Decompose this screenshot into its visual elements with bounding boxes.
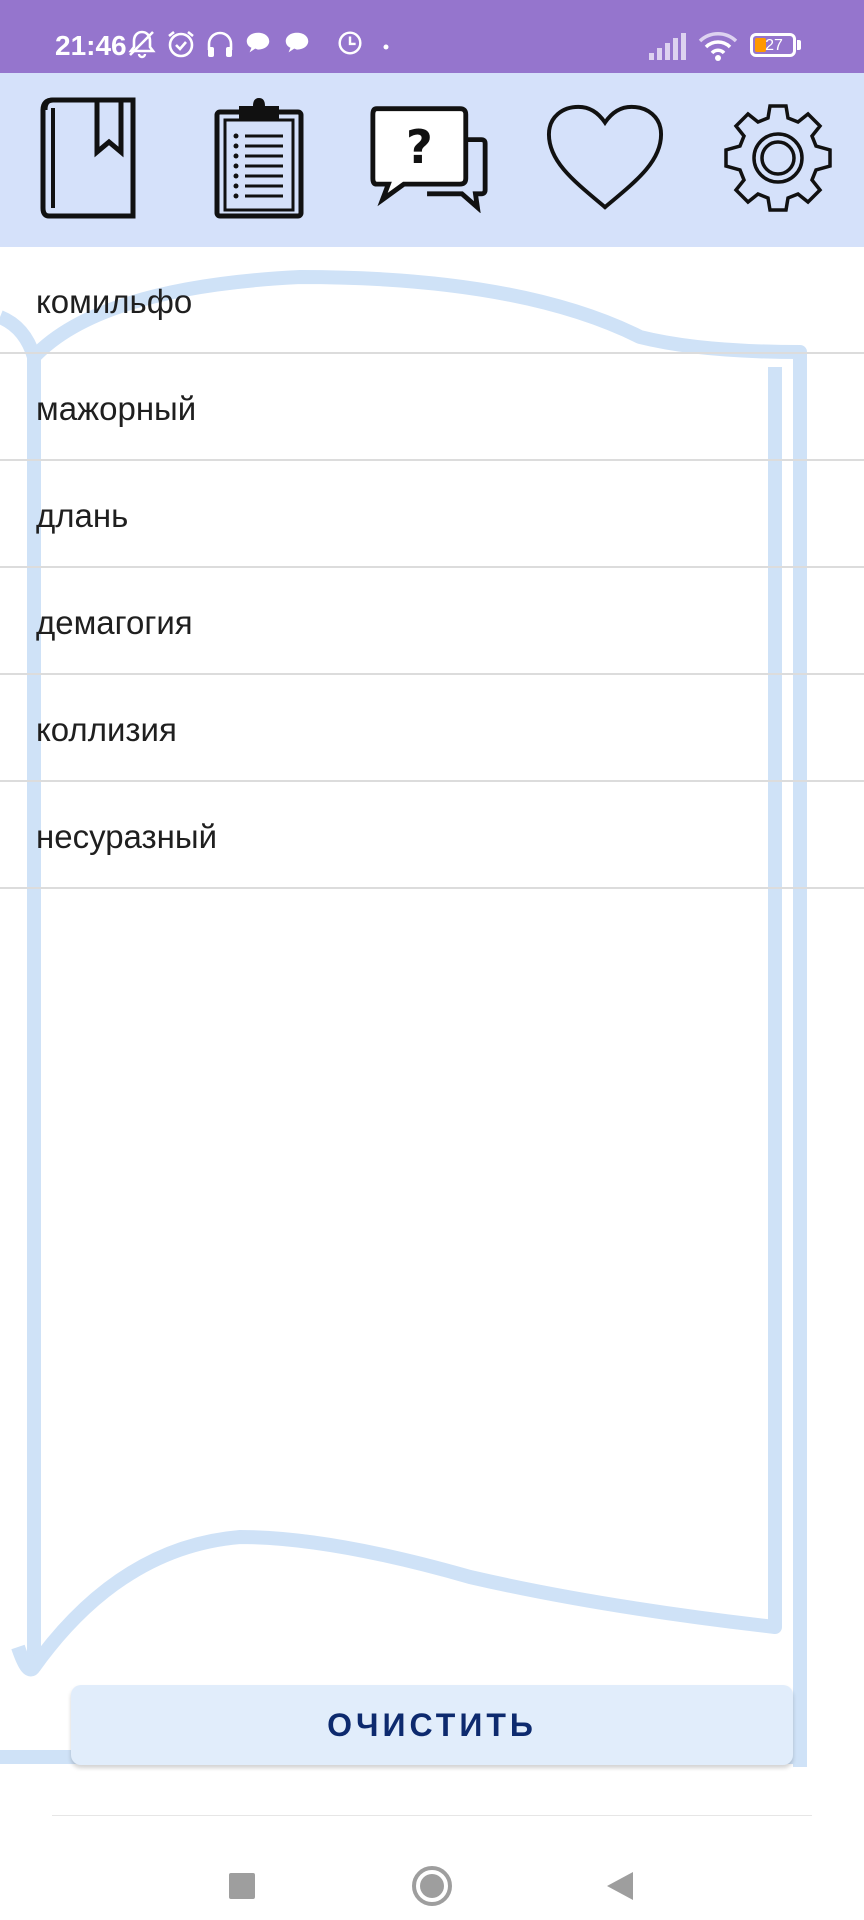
word-label: комильфо — [36, 283, 193, 320]
mute-icon — [128, 30, 156, 59]
home-icon — [412, 1866, 452, 1906]
quiz-button[interactable]: ? — [369, 93, 489, 223]
home-button[interactable] — [402, 1856, 462, 1916]
word-label: несуразный — [36, 818, 218, 855]
list-item[interactable]: длань — [0, 461, 864, 568]
clock-icon — [338, 31, 362, 55]
dictionary-button[interactable] — [27, 93, 147, 223]
back-button[interactable] — [590, 1856, 650, 1916]
list-item[interactable]: демагогия — [0, 568, 864, 675]
recents-button[interactable] — [212, 1856, 272, 1916]
clear-button-label: ОЧИСТИТЬ — [327, 1706, 537, 1743]
settings-button[interactable] — [718, 93, 838, 223]
word-label: демагогия — [36, 604, 193, 641]
list-item[interactable]: мажорный — [0, 354, 864, 461]
clear-button[interactable]: ОЧИСТИТЬ — [71, 1685, 793, 1765]
status-bar: 21:46 27 — [0, 0, 864, 73]
word-label: мажорный — [36, 390, 197, 427]
chat-icon — [285, 32, 309, 53]
signal-icon — [649, 33, 686, 60]
bookmark-book-icon — [40, 97, 136, 219]
word-label: коллизия — [36, 711, 177, 748]
list-button[interactable] — [199, 93, 319, 223]
headphones-icon — [207, 31, 233, 57]
favorites-button[interactable] — [545, 93, 665, 223]
battery-tip — [797, 40, 801, 50]
battery-icon: 27 — [750, 33, 796, 57]
recents-icon — [229, 1873, 255, 1899]
navigation-bar — [0, 1816, 864, 1920]
status-time: 21:46 — [55, 30, 127, 61]
list-item[interactable]: коллизия — [0, 675, 864, 782]
back-icon — [607, 1872, 633, 1900]
list-item[interactable]: несуразный — [0, 782, 864, 889]
alarm-icon — [168, 30, 194, 58]
list-item[interactable]: комильфо — [0, 247, 864, 354]
battery-percent: 27 — [765, 37, 783, 54]
svg-text:?: ? — [406, 120, 433, 174]
wifi-icon — [698, 32, 738, 61]
chat-icon — [246, 32, 270, 53]
question-chat-icon: ? — [370, 106, 488, 213]
clipboard-list-icon — [214, 98, 304, 219]
word-list: комильфо мажорный длань демагогия коллиз… — [0, 247, 864, 889]
gear-icon — [724, 104, 832, 212]
word-label: длань — [36, 497, 129, 534]
heart-icon — [546, 104, 664, 210]
dot-icon — [383, 44, 389, 50]
main-toolbar: ? — [0, 73, 864, 247]
